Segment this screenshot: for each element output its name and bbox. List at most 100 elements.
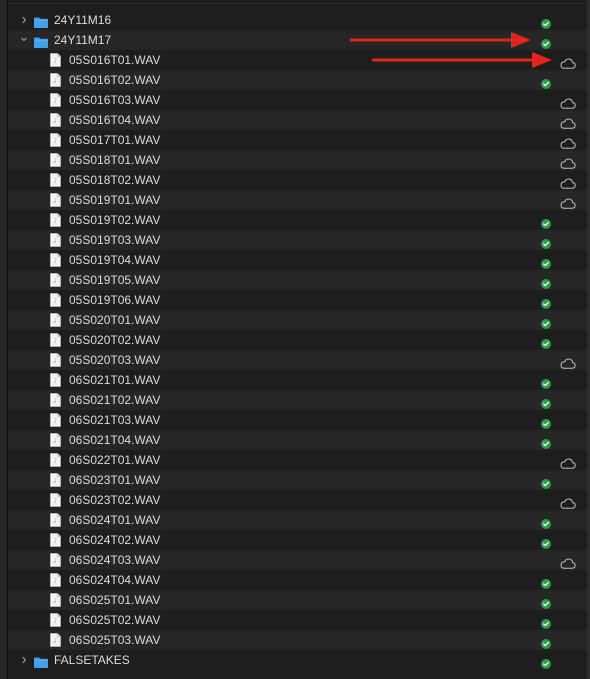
folder-name: 24Y11M17 — [54, 33, 112, 47]
audio-file-icon — [50, 173, 61, 187]
file-row[interactable]: 05S020T03.WAV — [8, 350, 587, 370]
file-row[interactable]: 05S019T03.WAV — [8, 230, 587, 250]
audio-file-icon — [50, 553, 61, 567]
annotation-arrow — [350, 32, 531, 48]
file-name: 05S019T06.WAV — [69, 293, 161, 307]
file-row[interactable]: 05S018T01.WAV — [8, 150, 587, 170]
file-name: 05S018T01.WAV — [69, 153, 161, 167]
file-row[interactable]: 05S020T01.WAV — [8, 310, 587, 330]
synced-checkmark-icon[interactable] — [541, 615, 551, 629]
file-row[interactable]: 05S016T04.WAV — [8, 110, 587, 130]
folder-icon — [34, 654, 48, 668]
file-row[interactable]: 06S025T01.WAV — [8, 590, 587, 610]
audio-file-icon — [50, 133, 61, 147]
file-row[interactable]: 05S017T01.WAV — [8, 130, 587, 150]
cloud-only-icon[interactable] — [560, 115, 576, 129]
file-row[interactable]: 06S022T01.WAV — [8, 450, 587, 470]
file-name: 06S025T03.WAV — [69, 633, 161, 647]
synced-checkmark-icon[interactable] — [541, 515, 551, 529]
audio-file-icon — [50, 93, 61, 107]
file-name: 06S021T02.WAV — [69, 393, 161, 407]
synced-checkmark-icon[interactable] — [541, 475, 551, 489]
file-row[interactable]: 06S021T03.WAV — [8, 410, 587, 430]
file-row[interactable]: 05S020T02.WAV — [8, 330, 587, 350]
synced-checkmark-icon[interactable] — [541, 275, 551, 289]
file-row[interactable]: 06S021T02.WAV — [8, 390, 587, 410]
audio-file-icon — [50, 573, 61, 587]
sidebar-edge — [0, 0, 8, 679]
cloud-only-icon[interactable] — [560, 195, 576, 209]
file-row[interactable]: 05S019T04.WAV — [8, 250, 587, 270]
cloud-only-icon[interactable] — [560, 355, 576, 369]
file-row[interactable]: 06S023T02.WAV — [8, 490, 587, 510]
file-row[interactable]: 05S019T06.WAV — [8, 290, 587, 310]
synced-checkmark-icon[interactable] — [541, 255, 551, 269]
chevron-right-icon[interactable]: › — [18, 10, 30, 30]
audio-file-icon — [50, 633, 61, 647]
chevron-down-icon[interactable]: ⌄ — [18, 29, 30, 50]
file-row[interactable]: 06S024T04.WAV — [8, 570, 587, 590]
file-row[interactable]: 06S024T03.WAV — [8, 550, 587, 570]
audio-file-icon — [50, 333, 61, 347]
chevron-right-icon[interactable]: › — [18, 650, 30, 670]
cloud-only-icon[interactable] — [560, 155, 576, 169]
file-name: 06S021T01.WAV — [69, 373, 161, 387]
file-row[interactable]: 05S016T03.WAV — [8, 90, 587, 110]
file-row[interactable]: 06S024T02.WAV — [8, 530, 587, 550]
file-row[interactable]: 05S019T02.WAV — [8, 210, 587, 230]
synced-checkmark-icon[interactable] — [541, 15, 551, 29]
audio-file-icon — [50, 273, 61, 287]
audio-file-icon — [50, 213, 61, 227]
synced-checkmark-icon[interactable] — [541, 395, 551, 409]
audio-file-icon — [50, 353, 61, 367]
file-row[interactable]: 06S023T01.WAV — [8, 470, 587, 490]
file-row[interactable]: 06S021T01.WAV — [8, 370, 587, 390]
synced-checkmark-icon[interactable] — [541, 655, 551, 669]
file-name: 06S024T01.WAV — [69, 513, 161, 527]
cloud-only-icon[interactable] — [560, 135, 576, 149]
synced-checkmark-icon[interactable] — [541, 335, 551, 349]
audio-file-icon — [50, 193, 61, 207]
synced-checkmark-icon[interactable] — [541, 295, 551, 309]
synced-checkmark-icon[interactable] — [541, 375, 551, 389]
audio-file-icon — [50, 153, 61, 167]
audio-file-icon — [50, 493, 61, 507]
folder-row[interactable]: › 24Y11M16 — [8, 10, 587, 30]
file-name: 06S025T02.WAV — [69, 613, 161, 627]
synced-checkmark-icon[interactable] — [541, 415, 551, 429]
synced-checkmark-icon[interactable] — [541, 595, 551, 609]
cloud-only-icon[interactable] — [560, 95, 576, 109]
file-row[interactable]: 06S024T01.WAV — [8, 510, 587, 530]
cloud-only-icon[interactable] — [560, 455, 576, 469]
file-row[interactable]: 05S019T01.WAV — [8, 190, 587, 210]
file-row[interactable]: 06S021T04.WAV — [8, 430, 587, 450]
synced-checkmark-icon[interactable] — [541, 75, 551, 89]
cloud-only-icon[interactable] — [560, 555, 576, 569]
synced-checkmark-icon[interactable] — [541, 635, 551, 649]
file-row[interactable]: 06S025T03.WAV — [8, 630, 587, 650]
synced-checkmark-icon[interactable] — [541, 535, 551, 549]
audio-file-icon — [50, 413, 61, 427]
synced-checkmark-icon[interactable] — [541, 575, 551, 589]
folder-icon — [34, 14, 48, 28]
synced-checkmark-icon[interactable] — [541, 35, 551, 49]
file-row[interactable]: 05S016T02.WAV — [8, 70, 587, 90]
synced-checkmark-icon[interactable] — [541, 235, 551, 249]
file-list: › 24Y11M16 ⌄ 24Y11M17 05S016T01.WAV 05S0… — [8, 10, 587, 670]
audio-file-icon — [50, 73, 61, 87]
cloud-only-icon[interactable] — [560, 175, 576, 189]
file-row[interactable]: 05S018T02.WAV — [8, 170, 587, 190]
file-name: 05S016T01.WAV — [69, 53, 161, 67]
file-name: 06S024T03.WAV — [69, 553, 161, 567]
synced-checkmark-icon[interactable] — [541, 435, 551, 449]
synced-checkmark-icon[interactable] — [541, 315, 551, 329]
file-name: 06S023T02.WAV — [69, 493, 161, 507]
file-row[interactable]: 05S019T05.WAV — [8, 270, 587, 290]
synced-checkmark-icon[interactable] — [541, 215, 551, 229]
audio-file-icon — [50, 433, 61, 447]
file-row[interactable]: 06S025T02.WAV — [8, 610, 587, 630]
cloud-only-icon[interactable] — [560, 495, 576, 509]
file-name: 06S025T01.WAV — [69, 593, 161, 607]
cloud-only-icon[interactable] — [560, 55, 576, 69]
folder-row[interactable]: › FALSETAKES — [8, 650, 587, 670]
